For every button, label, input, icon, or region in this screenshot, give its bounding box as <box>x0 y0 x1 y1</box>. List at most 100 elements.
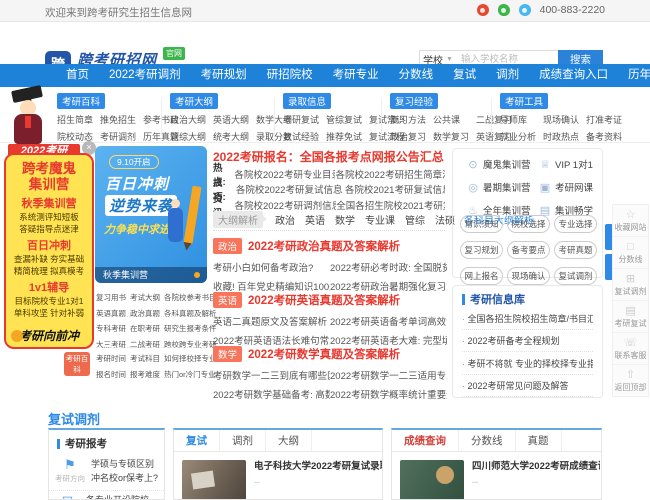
wechat-icon[interactable] <box>497 4 510 16</box>
quick-link[interactable]: 报名时间 <box>96 369 126 380</box>
article-link[interactable]: 2022考研政治暑期强化复习常... <box>330 279 447 293</box>
score-article[interactable]: 四川师范大学2022考研成绩查询入... -- 详细 <box>392 452 601 499</box>
favorite-site-button[interactable]: ☆ 收藏网站 <box>613 205 648 237</box>
nav-item[interactable]: 研招院校 <box>257 64 323 87</box>
quick-link[interactable]: 考试大纲 <box>130 292 160 303</box>
quick-link[interactable]: 复习用书 <box>96 292 126 303</box>
back-to-top-button[interactable]: ⇧ 返回顶部 <box>613 365 648 396</box>
tab-zhenti[interactable]: 真题 <box>516 430 562 451</box>
edge-tab[interactable] <box>605 254 612 280</box>
ad-section-line[interactable]: 单科攻坚 针对补弱 <box>6 307 92 319</box>
mega-menu-link[interactable]: 推免招生 <box>100 113 136 126</box>
ad-section-line[interactable]: 精简梳理 拟真模考 <box>6 265 92 277</box>
info-library-link[interactable]: 2022考研常见问题及解答 <box>462 375 593 397</box>
article-link[interactable]: 2022考研数学一二三适用专业! <box>330 368 447 382</box>
score-line-button[interactable]: □ 分数线 <box>613 237 648 269</box>
info-library-link[interactable]: 考研不将就 专业的择校择专业指南 <box>462 352 593 375</box>
nav-item[interactable]: 分数线 <box>389 64 444 87</box>
info-library-link[interactable]: 2022考研备考全程规划 <box>462 330 593 352</box>
mega-menu-link[interactable]: 招生简章 <box>57 113 93 126</box>
mega-menu-link[interactable]: 复习方法 <box>390 113 426 126</box>
outline-subject-link[interactable]: 英语 <box>305 212 325 227</box>
quick-link[interactable]: 热门or冷门专业 <box>164 369 217 380</box>
article-link[interactable]: 2022考研必考时政: 全国脱贫... <box>330 260 447 274</box>
quick-link[interactable]: 考研时间 <box>96 353 126 364</box>
mega-menu-link[interactable]: 复试经验 <box>283 130 319 143</box>
nav-item[interactable]: 调剂 <box>486 64 529 87</box>
info-library-link[interactable]: 全国各招生院校招生简章/书目汇总 <box>462 307 593 330</box>
mega-menu-link[interactable]: 考研调剂 <box>100 130 136 143</box>
quick-link[interactable]: 专科考研 <box>96 323 126 334</box>
quick-link[interactable]: 各科真题及解析 <box>164 308 217 319</box>
tab-fushi[interactable]: 复试 <box>174 430 220 451</box>
news-link[interactable]: 全国各招生院校2021考研复... <box>336 198 445 212</box>
fushi-tiaoji-button[interactable]: ⊞ 复试调剂 <box>613 269 648 301</box>
article-link[interactable]: 2022考研英语备考单词高效记... <box>330 314 447 328</box>
mega-menu-link[interactable]: 推荐免试 <box>326 130 362 143</box>
pill-link[interactable]: 复试调剂 <box>554 267 597 285</box>
qq-icon[interactable] <box>518 4 531 16</box>
pill-link[interactable]: 复习规划 <box>460 241 503 259</box>
quick-link[interactable]: 考试科目 <box>130 353 160 364</box>
info-library-link[interactable]: 考研名师带着走 视频免费666 <box>462 397 593 398</box>
subject-title-link[interactable]: 2022考研英语真题及答案解析 <box>248 292 400 308</box>
mega-menu-link[interactable]: 统考大纲 <box>213 130 249 143</box>
mega-menu-link[interactable]: 备考资料 <box>586 130 622 143</box>
apply-item-filter[interactable]: ▽ 各专业开设院校 热门专业报考难度 <box>49 491 164 500</box>
mega-menu-link[interactable]: 考研复试 <box>283 113 319 126</box>
subject-title-link[interactable]: 2022考研数学真题及答案解析 <box>248 346 400 362</box>
news-link[interactable]: 各院校2022考研专业目录汇总 <box>234 167 335 181</box>
contact-service-button[interactable]: ☏ 联系客服 <box>613 333 648 365</box>
mega-menu-link[interactable]: 就业分析 <box>500 130 536 143</box>
mega-menu-link[interactable]: 时政热点 <box>543 130 579 143</box>
mega-menu-link[interactable]: 管综复试 <box>326 113 362 126</box>
pill-link[interactable]: 专业选择 <box>554 215 597 233</box>
apply-link[interactable]: 学硕与专硕区别 <box>91 458 158 472</box>
news-link[interactable]: 各院校2022考研招生简章汇总 <box>335 167 445 181</box>
nav-item[interactable]: 考研规划 <box>191 64 257 87</box>
article-link[interactable]: 英语二真题原文及答案解析 <box>213 314 330 328</box>
kaoyan-fushi-button[interactable]: ▤ 考研复试 <box>613 301 648 333</box>
nav-item[interactable]: 2022考研调剂 <box>99 64 191 87</box>
pill-link[interactable]: 常识须知 <box>460 215 503 233</box>
quick-link[interactable]: 二战考研 <box>130 339 160 350</box>
quick-link[interactable]: 英语真题 <box>96 308 126 319</box>
mega-menu-link[interactable]: 公共课 <box>433 113 469 126</box>
tab-tiaoji[interactable]: 调剂 <box>220 430 266 451</box>
quick-link[interactable]: 各院校参考书目 <box>164 292 217 303</box>
carousel-dot[interactable] <box>194 272 200 278</box>
article-title[interactable]: 电子科技大学2022考研复试录取工... <box>254 460 382 473</box>
mega-menu-link[interactable]: 导师库 <box>500 113 536 126</box>
main-headline-link[interactable]: 2022考研报名：全国各报考点网报公告汇总 <box>213 148 444 165</box>
outline-subject-link[interactable]: 数学 <box>335 212 355 227</box>
course-item[interactable]: VIP 1对1 <box>539 157 599 171</box>
quick-link[interactable]: 在职考研 <box>130 323 160 334</box>
mega-menu-link[interactable]: 数学复习 <box>433 130 469 143</box>
outline-subject-link[interactable]: 政治 <box>275 212 295 227</box>
mega-menu-link[interactable]: 政治复习 <box>390 130 426 143</box>
mega-menu-link[interactable]: 现场确认 <box>543 113 579 126</box>
ad-card[interactable]: 跨考魔鬼集训营 秋季集训营 系统测评知短板 答疑指导点迷津 百日冲刺 查漏补缺 … <box>4 153 94 349</box>
pill-link[interactable]: 备考要点 <box>507 241 550 259</box>
quick-link[interactable]: 跨校跨专业考研 <box>164 339 217 350</box>
edge-tab[interactable] <box>605 224 612 250</box>
quick-link[interactable]: 如何择校择专业 <box>164 353 217 364</box>
article-link[interactable]: 2022考研数学基础备考: 高数各章... <box>213 387 330 401</box>
quick-link[interactable]: 政治真题 <box>130 308 160 319</box>
outline-subject-link[interactable]: 专业课 <box>365 212 395 227</box>
article-link[interactable]: 收藏! 百年党史精编知识100题 你... <box>213 279 330 293</box>
pill-link[interactable]: 院校选择 <box>507 215 550 233</box>
pill-link[interactable]: 考研真题 <box>554 241 597 259</box>
mega-menu-link[interactable]: 英语大纲 <box>213 113 249 126</box>
quick-link[interactable]: 研究生报考条件 <box>164 323 217 334</box>
ad-section-line[interactable]: 答疑指导点迷津 <box>6 223 92 235</box>
article-title[interactable]: 四川师范大学2022考研成绩查询入... <box>472 460 600 473</box>
news-link[interactable]: 各院校2021考研复试信息 <box>345 182 445 196</box>
mega-menu-link[interactable]: 管综大纲 <box>170 130 206 143</box>
mega-menu-link[interactable]: 打准考证 <box>586 113 622 126</box>
nav-item[interactable]: 首页 <box>56 64 99 87</box>
pill-link[interactable]: 现场确认 <box>507 267 550 285</box>
course-item[interactable]: 魔鬼集训营 <box>467 157 539 171</box>
quick-link[interactable]: 报考难度 <box>130 369 160 380</box>
course-item[interactable]: 暑期集训营 <box>467 180 539 194</box>
